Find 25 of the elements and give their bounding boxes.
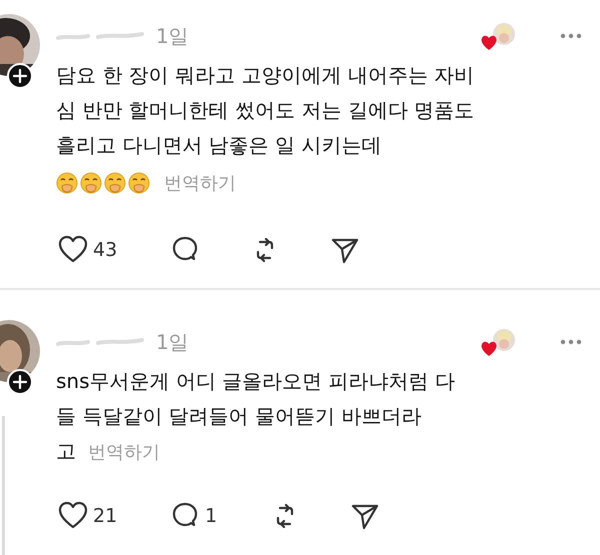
post-text: 담요 한 장이 뭐라고 고양이에게 내어주는 자비 [56, 62, 474, 89]
more-icon[interactable] [560, 33, 582, 39]
post-text: 심 반만 할머니한테 썼어도 저는 길에다 명품도 [56, 97, 474, 124]
follow-plus-icon[interactable] [7, 369, 33, 395]
post-time: 1일 [156, 22, 189, 50]
post-text: 흘리고 다니면서 남좋은 일 시키는데 [56, 132, 382, 159]
translate-link[interactable]: 번역하기 [164, 171, 236, 195]
hand-over-mouth-emoji-icon [104, 172, 126, 194]
count-label: 21 [93, 504, 118, 526]
translate-link[interactable]: 번역하기 [88, 440, 160, 464]
heart-icon[interactable] [58, 235, 88, 264]
post-text: 고 [56, 438, 76, 465]
hand-over-mouth-emoji-icon [128, 172, 150, 194]
heart-icon[interactable] [58, 501, 88, 530]
count-label: 1 [205, 504, 218, 526]
post-text: 들 득달같이 달려들어 물어뜯기 바쁘더라 [56, 403, 422, 430]
hand-over-mouth-emoji-icon [80, 172, 102, 194]
hand-over-mouth-emoji-icon [56, 172, 78, 194]
post-text: sns무서운게 어디 글올라오면 피라냐처럼 다 [56, 368, 455, 395]
blurred-username-icon [56, 31, 144, 41]
count-label: 43 [93, 238, 118, 260]
follow-plus-icon[interactable] [7, 63, 33, 89]
more-icon[interactable] [560, 339, 582, 345]
post-time: 1일 [156, 328, 189, 356]
blurred-username-icon [56, 337, 144, 347]
